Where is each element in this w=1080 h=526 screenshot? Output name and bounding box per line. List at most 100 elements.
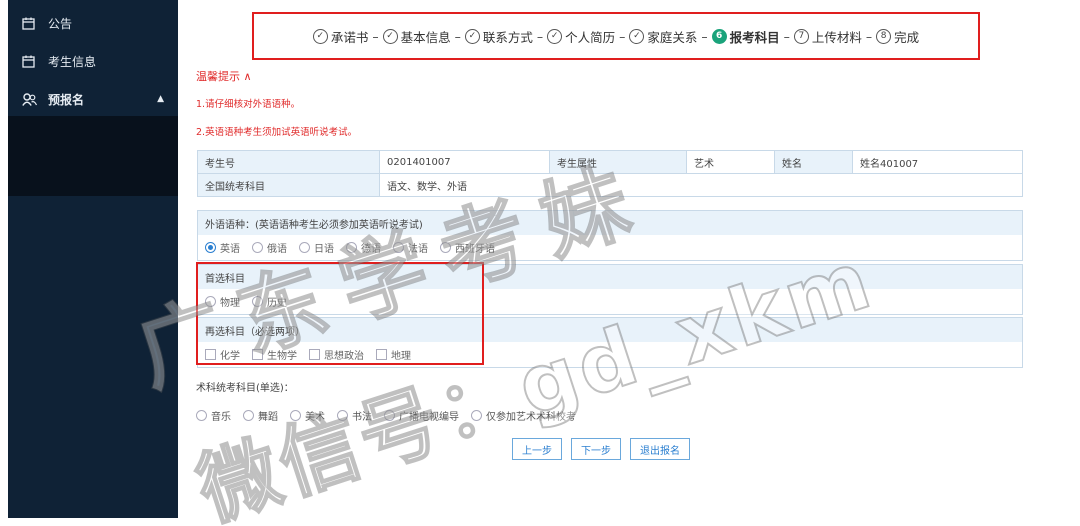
radio-spanish[interactable]: 西班牙语 bbox=[440, 240, 495, 255]
step-separator: – bbox=[454, 28, 461, 44]
radio-checked-icon bbox=[205, 242, 216, 253]
radio-russian[interactable]: 俄语 bbox=[252, 240, 287, 255]
prev-button[interactable]: 上一步 bbox=[512, 438, 562, 460]
step-separator: – bbox=[619, 28, 626, 44]
step-label: 完成 bbox=[894, 29, 920, 45]
step-item: ✓ 基本信息 bbox=[382, 27, 451, 46]
step-number-icon: 8 bbox=[876, 28, 892, 44]
step-separator: – bbox=[372, 28, 379, 44]
radio-calligraphy[interactable]: 书法 bbox=[337, 408, 372, 423]
calendar-icon bbox=[22, 17, 40, 30]
candidate-name: 姓名401007 bbox=[852, 150, 1023, 174]
radio-icon bbox=[471, 410, 482, 421]
table-label: 考生号 bbox=[197, 150, 380, 174]
sidebar-submenu bbox=[8, 116, 178, 196]
sidebar-item-label: 预报名 bbox=[48, 92, 85, 107]
table-label: 考生属性 bbox=[549, 150, 687, 174]
option-label: 英语 bbox=[220, 244, 240, 255]
sidebar-item-candidate-info[interactable]: 考生信息 bbox=[8, 42, 178, 80]
radio-icon bbox=[205, 296, 216, 307]
step-label: 报考科目 bbox=[729, 29, 780, 45]
radio-english[interactable]: 英语 bbox=[205, 240, 240, 255]
radio-icon bbox=[299, 242, 310, 253]
next-button[interactable]: 下一步 bbox=[571, 438, 621, 460]
radio-fine-arts[interactable]: 美术 bbox=[290, 408, 325, 423]
step-progress-bar: ✓ 承诺书 – ✓ 基本信息 – ✓ 联系方式 – ✓ 个人简历 – ✓ 家庭关系 – 6… bbox=[252, 12, 980, 60]
option-label: 美术 bbox=[305, 412, 325, 423]
art-subject-options: 音乐 舞蹈 美术 书法 广播电视编导 仅参加艺术术科校考 bbox=[196, 408, 588, 423]
radio-french[interactable]: 法语 bbox=[393, 240, 428, 255]
option-label: 化学 bbox=[220, 351, 240, 362]
radio-music[interactable]: 音乐 bbox=[196, 408, 231, 423]
radio-icon bbox=[384, 410, 395, 421]
sidebar-item-announcement[interactable]: 公告 bbox=[8, 4, 178, 42]
step-label: 联系方式 bbox=[482, 29, 533, 45]
step-separator: – bbox=[701, 28, 708, 44]
step-number-icon: 6 bbox=[711, 28, 727, 44]
step-label: 承诺书 bbox=[330, 29, 369, 45]
radio-japanese[interactable]: 日语 bbox=[299, 240, 334, 255]
step-item: ✓ 联系方式 bbox=[464, 27, 533, 46]
tips-toggle[interactable]: 温馨提示 ∧ bbox=[196, 68, 252, 84]
step-item: 8 完成 bbox=[876, 27, 919, 46]
step-label: 基本信息 bbox=[400, 29, 451, 45]
radio-physics[interactable]: 物理 bbox=[205, 294, 240, 309]
step-item: ✓ 承诺书 bbox=[312, 27, 369, 46]
checkbox-geography[interactable]: 地理 bbox=[376, 347, 411, 362]
national-subjects: 语文、数学、外语 bbox=[379, 173, 1023, 197]
checkbox-icon bbox=[252, 349, 263, 360]
sidebar-item-label: 公告 bbox=[48, 16, 73, 31]
check-circle-icon: ✓ bbox=[547, 28, 563, 44]
option-label: 俄语 bbox=[267, 244, 287, 255]
radio-dance[interactable]: 舞蹈 bbox=[243, 408, 278, 423]
option-label: 法语 bbox=[408, 244, 428, 255]
sidebar-item-pre-registration[interactable]: 预报名 ▲ bbox=[8, 80, 178, 118]
step-separator: – bbox=[783, 28, 790, 44]
radio-icon bbox=[252, 242, 263, 253]
tip-line: 1.请仔细核对外语语种。 bbox=[196, 99, 301, 110]
checkbox-icon bbox=[376, 349, 387, 360]
step-label: 家庭关系 bbox=[647, 29, 698, 45]
radio-icon bbox=[337, 410, 348, 421]
radio-icon bbox=[252, 296, 263, 307]
sidebar: 公告 考生信息 预报名 ▲ bbox=[8, 0, 178, 518]
form-buttons: 上一步 下一步 退出报名 bbox=[512, 438, 690, 460]
sidebar-item-label: 考生信息 bbox=[48, 54, 97, 69]
step-label: 上传材料 bbox=[811, 29, 862, 45]
step-item-current: 6 报考科目 bbox=[711, 27, 780, 46]
option-label: 物理 bbox=[220, 298, 240, 309]
step-separator: – bbox=[536, 28, 544, 44]
table-label: 姓名 bbox=[774, 150, 853, 174]
radio-german[interactable]: 德语 bbox=[346, 240, 381, 255]
radio-icon bbox=[290, 410, 301, 421]
checkbox-icon bbox=[205, 349, 216, 360]
candidate-info-table: 考生号 0201401007 考生属性 艺术 姓名 姓名401007 全国统考科… bbox=[197, 150, 1023, 197]
option-label: 德语 bbox=[361, 244, 381, 255]
step-item: 7 上传材料 bbox=[793, 27, 862, 46]
checkbox-biology[interactable]: 生物学 bbox=[252, 347, 297, 362]
exam-number: 0201401007 bbox=[379, 150, 550, 174]
radio-icon bbox=[243, 410, 254, 421]
option-label: 历史 bbox=[267, 298, 287, 309]
option-label: 舞蹈 bbox=[258, 412, 278, 423]
candidate-attribute: 艺术 bbox=[686, 150, 775, 174]
radio-school-exam-only[interactable]: 仅参加艺术术科校考 bbox=[471, 408, 576, 423]
option-label: 西班牙语 bbox=[455, 244, 495, 255]
second-choice-section: 再选科目（必选两项） 化学 生物学 思想政治 地理 bbox=[197, 317, 1023, 368]
option-label: 日语 bbox=[314, 244, 334, 255]
users-icon bbox=[22, 92, 40, 106]
radio-broadcast-directing[interactable]: 广播电视编导 bbox=[384, 408, 459, 423]
checkbox-chemistry[interactable]: 化学 bbox=[205, 347, 240, 362]
art-subject-title: 术科统考科目(单选)： bbox=[196, 383, 294, 394]
option-label: 地理 bbox=[391, 351, 411, 362]
exit-registration-button[interactable]: 退出报名 bbox=[630, 438, 690, 460]
calendar-icon bbox=[22, 55, 40, 68]
foreign-language-section: 外语语种：(英语语种考生必须参加英语听说考试) 英语 俄语 日语 德语 法语 西… bbox=[197, 210, 1023, 261]
section-title: 再选科目（必选两项） bbox=[198, 318, 1022, 342]
radio-history[interactable]: 历史 bbox=[252, 294, 287, 309]
checkbox-politics[interactable]: 思想政治 bbox=[309, 347, 364, 362]
step-number-icon: 7 bbox=[793, 28, 809, 44]
option-label: 思想政治 bbox=[324, 351, 364, 362]
section-title: 外语语种：(英语语种考生必须参加英语听说考试) bbox=[198, 211, 1022, 235]
radio-icon bbox=[393, 242, 404, 253]
